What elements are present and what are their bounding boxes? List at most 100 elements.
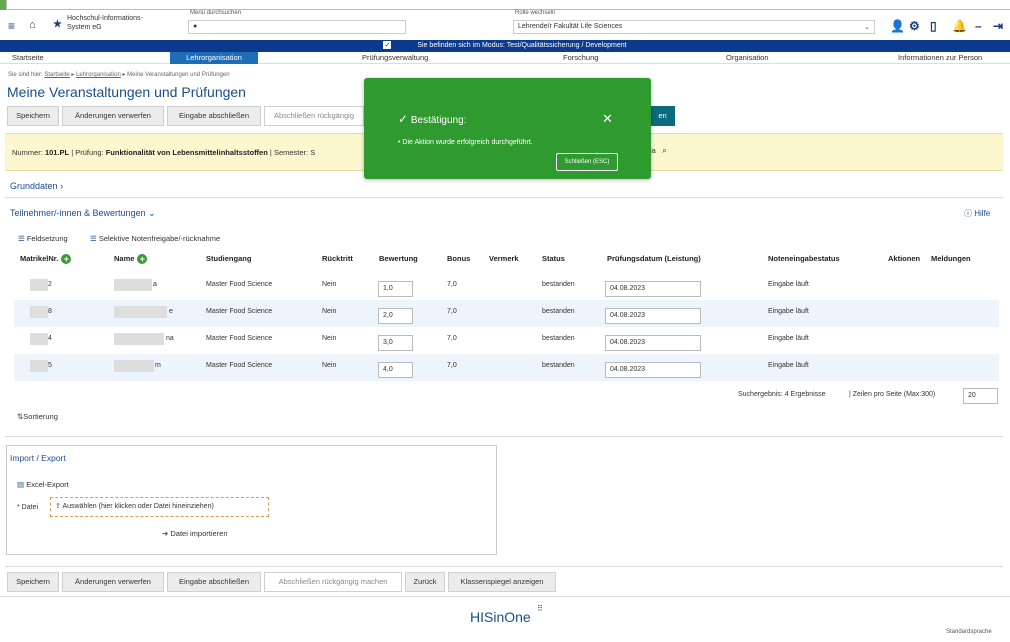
rows-per-page-input[interactable]: 20 <box>963 388 998 404</box>
clipboard-icon[interactable]: ▯ <box>930 19 937 33</box>
help-link[interactable]: ⓘ Hilfe <box>964 208 990 219</box>
role-label: Rolle wechseln <box>515 10 556 16</box>
sorting-link[interactable]: ⇅Sortierung <box>17 412 58 421</box>
logout-icon[interactable]: ⇥ <box>993 19 1003 33</box>
info-icon: ⓘ <box>964 209 972 218</box>
rows-per-page-label: | Zeilen pro Seite (Max:300) <box>849 391 936 398</box>
table-row <box>14 354 999 381</box>
minimize-icon[interactable]: – <box>975 19 982 33</box>
org-name-line2: System eG <box>67 24 102 31</box>
exam-date-input[interactable]: 04.08.2023 <box>605 335 701 351</box>
cell-bonus: 7,0 <box>447 281 457 288</box>
magnifier-icon[interactable]: ⌕ <box>662 145 667 156</box>
nav-item-forschung[interactable]: Forschung <box>563 52 598 64</box>
breadcrumb-lehrorganisation[interactable]: Lehrorganisation <box>76 72 121 78</box>
cell-studiengang: Master Food Science <box>206 308 273 315</box>
cell-ruecktritt: Nein <box>322 335 337 342</box>
result-count: Suchergebnis: 4 Ergebnisse <box>738 391 826 398</box>
cell-matrikel: 8 <box>48 308 52 315</box>
menu-search-input[interactable]: ● <box>188 20 406 34</box>
col-header-bewertung: Bewertung <box>379 254 418 263</box>
chevron-down-icon: ⌄ <box>148 208 156 218</box>
grunddaten-section[interactable]: Grunddaten › <box>10 181 63 191</box>
redacted-name <box>114 306 167 318</box>
col-header-vermerk: Vermerk <box>489 254 519 263</box>
semester: Semester: S <box>273 148 316 157</box>
table-row <box>14 273 999 300</box>
mode-status-bar: ✓ Sie befinden sich im Modus: Test/Quali… <box>0 40 1010 52</box>
excel-export-link[interactable]: ▤ Excel-Export <box>17 480 69 489</box>
col-header-name[interactable]: Name + <box>114 254 148 265</box>
cell-studiengang: Master Food Science <box>206 335 273 342</box>
hisinone-logo: HISinOne <box>470 609 531 625</box>
redacted-matrikel <box>30 360 48 372</box>
undo-finish-button-top[interactable]: Abschließen rückgängig <box>264 106 364 126</box>
cell-matrikel: 2 <box>48 281 52 288</box>
add-name-icon: + <box>137 254 148 265</box>
cell-name: e <box>169 308 173 315</box>
nav-item-pruefungsverwaltung[interactable]: Prüfungsverwaltung <box>362 52 428 64</box>
cell-name: m <box>155 362 161 369</box>
user-icon[interactable]: 👤 <box>890 19 905 33</box>
field-setting-link[interactable]: ☰ Feldsetzung <box>18 234 68 243</box>
role-select[interactable]: Lehrende/r Fakultät Life Sciences ⌄ <box>513 20 875 34</box>
toast-close-icon[interactable]: ✕ <box>602 111 613 127</box>
add-matrikel-icon: + <box>61 254 72 265</box>
grade-input[interactable]: 1,0 <box>378 281 413 297</box>
participants-section[interactable]: Teilnehmer/-innen & Bewertungen ⌄ <box>10 208 156 219</box>
finish-input-button-bottom[interactable]: Eingabe abschließen <box>167 572 261 592</box>
exam-date-input[interactable]: 04.08.2023 <box>605 308 701 324</box>
nav-item-person[interactable]: Informationen zur Person <box>898 52 982 64</box>
mode-text: Sie befinden sich im Modus: Test/Qualitä… <box>417 42 627 49</box>
finish-input-button-top[interactable]: Eingabe abschließen <box>167 106 261 126</box>
grade-input[interactable]: 3,0 <box>378 335 413 351</box>
col-header-matrikel[interactable]: MatrikelNr. + <box>20 254 72 265</box>
cell-studiengang: Master Food Science <box>206 362 273 369</box>
selective-release-link[interactable]: ☰ Selektive Notenfreigabe/-rücknahme <box>90 234 220 243</box>
breadcrumb: Sie sind hier: Startseite ▸ Lehrorganisa… <box>8 72 230 78</box>
chevron-right-icon: › <box>60 181 64 191</box>
cell-matrikel: 4 <box>48 335 52 342</box>
col-header-aktionen: Aktionen <box>888 254 921 263</box>
exam-date-input[interactable]: 04.08.2023 <box>605 362 701 378</box>
redacted-matrikel <box>30 279 48 291</box>
nav-item-startseite[interactable]: Startseite <box>12 52 44 64</box>
back-button[interactable]: Zurück <box>405 572 445 592</box>
star-icon[interactable]: ★ <box>53 19 62 30</box>
grade-input[interactable]: 4,0 <box>378 362 413 378</box>
default-language-label[interactable]: Standardsprache <box>946 629 992 635</box>
toast-close-button[interactable]: Schließen (ESC) <box>556 153 618 171</box>
page-title: Meine Veranstaltungen und Prüfungen <box>7 84 246 100</box>
exam-date-input[interactable]: 04.08.2023 <box>605 281 701 297</box>
redacted-name <box>114 333 164 345</box>
save-button-top[interactable]: Speichern <box>7 106 59 126</box>
bell-icon[interactable]: 🔔 <box>952 19 967 33</box>
save-button-bottom[interactable]: Speichern <box>7 572 59 592</box>
hamburger-menu-icon[interactable]: ≡ <box>8 19 15 33</box>
undo-finish-button-bottom[interactable]: Abschließen rückgängig machen <box>264 572 402 592</box>
nav-item-organisation[interactable]: Organisation <box>726 52 769 64</box>
import-file-button[interactable]: ➔ Datei importieren <box>162 529 228 538</box>
toast-title: ✓ Bestätigung: <box>398 112 467 126</box>
menu-search-label: Menü durchsuchen <box>190 10 242 16</box>
list-icon: ☰ <box>90 234 97 243</box>
col-header-bonus: Bonus <box>447 254 471 263</box>
mode-checkbox[interactable]: ✓ <box>383 41 392 50</box>
cell-eingabestatus: Eingabe läuft <box>768 335 809 342</box>
discard-changes-button-top[interactable]: Änderungen verwerfen <box>62 106 164 126</box>
breadcrumb-startseite[interactable]: Startseite <box>44 72 69 78</box>
redacted-matrikel <box>30 306 48 318</box>
grade-input[interactable]: 2,0 <box>378 308 413 324</box>
app-header: ≡ ⌂ ★ Hochschul-Informations- System eG … <box>0 10 1010 40</box>
top-frame <box>6 0 1010 10</box>
cell-ruecktritt: Nein <box>322 362 337 369</box>
nav-item-lehrorganisation[interactable]: Lehrorganisation <box>170 52 258 64</box>
primary-action-button-top[interactable]: en <box>650 106 675 126</box>
home-icon[interactable]: ⌂ <box>29 19 36 31</box>
discard-changes-button-bottom[interactable]: Änderungen verwerfen <box>62 572 164 592</box>
cell-studiengang: Master Food Science <box>206 281 273 288</box>
file-dropzone[interactable]: ⇪ Auswählen (hier klicken oder Datei hin… <box>50 497 269 517</box>
redacted-name <box>114 279 152 291</box>
gear-icon[interactable]: ⚙ <box>909 19 920 33</box>
class-mirror-button[interactable]: Klassenspiegel anzeigen <box>448 572 556 592</box>
